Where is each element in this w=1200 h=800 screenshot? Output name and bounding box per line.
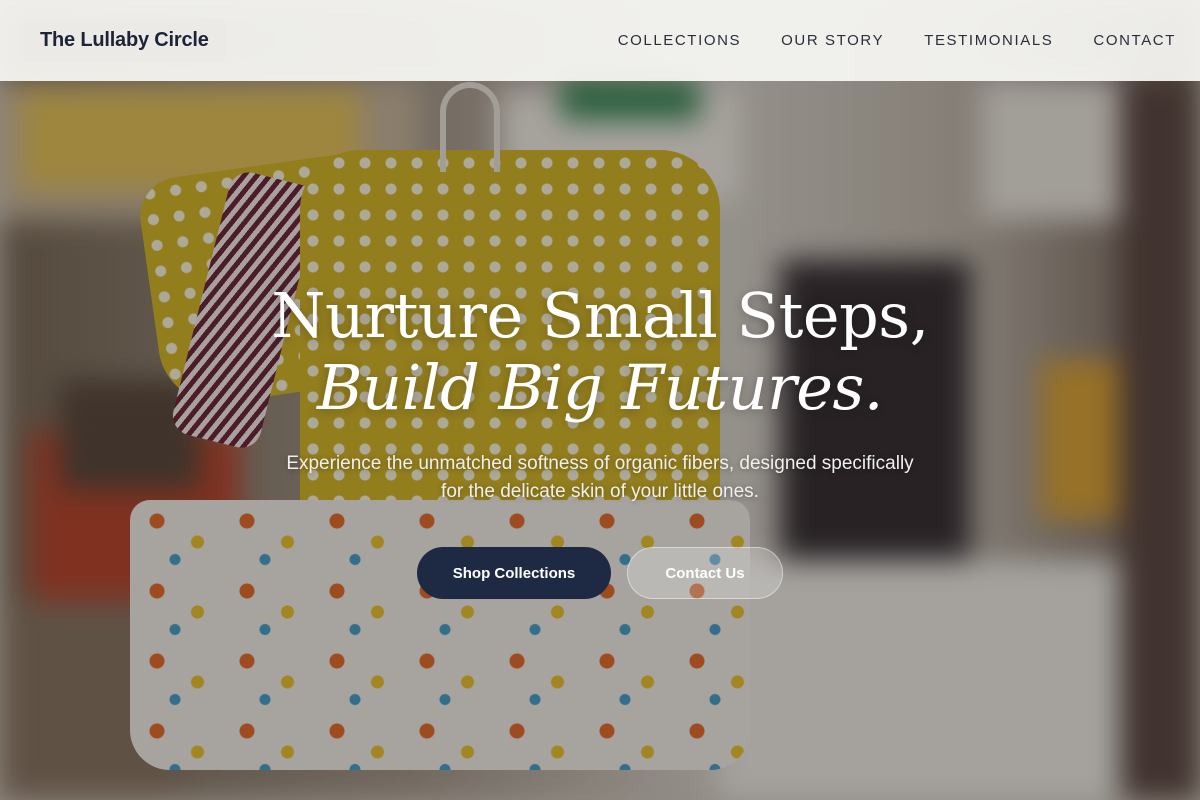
hero-subtitle: Experience the unmatched softness of org… (286, 453, 914, 502)
hero-headline: Nurture Small Steps, Build Big Futures. (0, 280, 1200, 424)
shop-collections-button[interactable]: Shop Collections (417, 547, 611, 599)
page: The Lullaby Circle COLLECTIONS OUR STORY… (0, 0, 1200, 800)
main-nav: COLLECTIONS OUR STORY TESTIMONIALS CONTA… (618, 32, 1176, 49)
nav-testimonials[interactable]: TESTIMONIALS (924, 32, 1053, 49)
hero-headline-line1: Nurture Small Steps, (271, 279, 929, 352)
site-header: The Lullaby Circle COLLECTIONS OUR STORY… (0, 0, 1200, 81)
nav-collections[interactable]: COLLECTIONS (618, 32, 741, 49)
hero-cta-group: Shop Collections Contact Us (0, 547, 1200, 599)
hero-headline-line2: Build Big Futures. (317, 351, 883, 424)
contact-us-button[interactable]: Contact Us (627, 547, 783, 599)
hero-section: Nurture Small Steps, Build Big Futures. … (0, 280, 1200, 599)
brand-logo[interactable]: The Lullaby Circle (24, 19, 225, 62)
nav-our-story[interactable]: OUR STORY (781, 32, 884, 49)
nav-contact[interactable]: CONTACT (1093, 32, 1176, 49)
